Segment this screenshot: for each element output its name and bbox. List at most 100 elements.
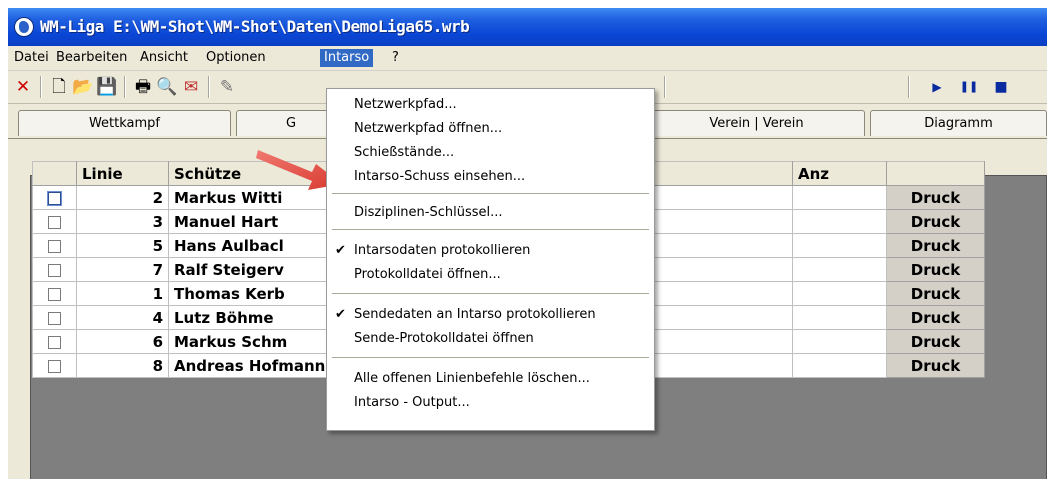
row-checkbox-cell[interactable]	[32, 305, 77, 330]
column-header[interactable]	[32, 161, 77, 186]
row-checkbox[interactable]	[48, 263, 61, 277]
druck-button[interactable]: Druck	[886, 233, 985, 258]
menu-item-sendedaten-protokollieren[interactable]: ✔ Sendedaten an Intarso protokollieren	[327, 303, 654, 327]
menu-item-label: Netzwerkpfad öffnen...	[354, 121, 503, 136]
save-icon[interactable]: 💾	[96, 77, 118, 97]
title-bar[interactable]: WM-Liga E:\WM-Shot\WM-Shot\Daten\DemoLig…	[8, 8, 1047, 46]
tool-icon[interactable]: ✎	[216, 77, 238, 97]
anz-cell	[792, 353, 887, 378]
druck-button[interactable]: Druck	[886, 305, 985, 330]
intarso-dropdown-menu: Netzwerkpfad... Netzwerkpfad öffnen... S…	[326, 88, 655, 431]
toolbar-separator	[124, 76, 126, 98]
row-checkbox[interactable]	[48, 191, 61, 205]
menu-separator	[332, 357, 649, 359]
row-checkbox-cell[interactable]	[32, 185, 77, 210]
row-checkbox-cell[interactable]	[32, 329, 77, 354]
linie-cell: 6	[76, 329, 169, 354]
anz-cell	[792, 305, 887, 330]
druck-button[interactable]: Druck	[886, 209, 985, 234]
anz-cell	[792, 257, 887, 282]
row-checkbox-cell[interactable]	[32, 353, 77, 378]
druck-button[interactable]: Druck	[886, 329, 985, 354]
print-icon[interactable]: 🖶	[132, 77, 154, 97]
menu-item-label: Intarso-Schuss einsehen...	[354, 169, 526, 184]
menu-bearbeiten[interactable]: Bearbeiten	[52, 49, 131, 67]
row-checkbox-cell[interactable]	[32, 257, 77, 282]
menu-bar: Datei Bearbeiten Ansicht Optionen Intars…	[8, 46, 1047, 71]
menu-item-schiessstaende[interactable]: Schießstände...	[327, 141, 654, 165]
toolbar-separator	[908, 76, 910, 98]
menu-item-label: Schießstände...	[354, 145, 455, 160]
menu-ansicht[interactable]: Ansicht	[136, 49, 192, 67]
row-checkbox[interactable]	[48, 239, 61, 253]
menu-item-linienbefehle-loeschen[interactable]: Alle offenen Linienbefehle löschen...	[327, 367, 654, 391]
row-checkbox[interactable]	[48, 335, 61, 349]
linie-cell: 5	[76, 233, 169, 258]
anz-cell	[792, 281, 887, 306]
menu-separator	[332, 229, 649, 231]
menu-separator	[332, 193, 649, 195]
column-header[interactable]	[886, 161, 985, 186]
druck-button[interactable]: Druck	[886, 353, 985, 378]
menu-item-label: Disziplinen-Schlüssel...	[354, 205, 503, 220]
linie-cell: 7	[76, 257, 169, 282]
menu-item-intarsodaten-protokollieren[interactable]: ✔ Intarsodaten protokollieren	[327, 239, 654, 263]
row-checkbox-cell[interactable]	[32, 209, 77, 234]
open-folder-icon[interactable]: 📂	[72, 77, 94, 97]
anz-cell	[792, 233, 887, 258]
menu-item-protokolldatei-oeffnen[interactable]: Protokolldatei öffnen...	[327, 263, 654, 287]
row-checkbox-cell[interactable]	[32, 281, 77, 306]
window-title: WM-Liga E:\WM-Shot\WM-Shot\Daten\DemoLig…	[40, 17, 470, 36]
anz-cell	[792, 209, 887, 234]
toolbar-separator	[208, 76, 210, 98]
menu-item-label: Sende-Protokolldatei öffnen	[354, 331, 534, 346]
row-checkbox[interactable]	[48, 359, 61, 373]
tab-verein[interactable]: Verein | Verein	[648, 110, 865, 136]
checkmark-icon: ✔	[335, 243, 346, 258]
linie-cell: 8	[76, 353, 169, 378]
anz-cell	[792, 185, 887, 210]
row-checkbox-cell[interactable]	[32, 233, 77, 258]
play-icon[interactable]: ▶	[926, 77, 948, 97]
menu-item-intarso-output[interactable]: Intarso - Output...	[327, 391, 654, 415]
row-checkbox[interactable]	[48, 215, 61, 229]
druck-button[interactable]: Druck	[886, 257, 985, 282]
menu-separator	[332, 293, 649, 295]
menu-intarso[interactable]: Intarso	[320, 49, 374, 67]
linie-cell: 3	[76, 209, 169, 234]
stop-icon[interactable]: ■	[990, 77, 1012, 97]
globe-app-icon	[14, 17, 34, 37]
menu-help[interactable]: ?	[388, 49, 403, 67]
pause-icon[interactable]: ❚❚	[958, 77, 980, 97]
toolbar-separator	[40, 76, 42, 98]
druck-button[interactable]: Druck	[886, 281, 985, 306]
menu-datei[interactable]: Datei	[10, 49, 53, 67]
print-preview-icon[interactable]: 🔍	[156, 77, 178, 97]
export-icon[interactable]: ✉	[180, 77, 202, 97]
new-file-icon[interactable]: 🗋	[48, 77, 70, 97]
menu-item-label: Intarsodaten protokollieren	[354, 243, 531, 258]
row-checkbox[interactable]	[48, 311, 61, 325]
linie-cell: 1	[76, 281, 169, 306]
menu-item-netzwerkpfad-oeffnen[interactable]: Netzwerkpfad öffnen...	[327, 117, 654, 141]
checkmark-icon: ✔	[335, 307, 346, 322]
menu-item-label: Alle offenen Linienbefehle löschen...	[354, 371, 590, 386]
linie-cell: 2	[76, 185, 169, 210]
tab-diagramm[interactable]: Diagramm	[870, 110, 1047, 136]
menu-item-label: Intarso - Output...	[354, 395, 470, 410]
row-checkbox[interactable]	[48, 287, 61, 301]
tab-wettkampf[interactable]: Wettkampf	[18, 110, 231, 136]
anz-cell	[792, 329, 887, 354]
menu-item-disziplinen-schluessel[interactable]: Disziplinen-Schlüssel...	[327, 201, 654, 225]
menu-optionen[interactable]: Optionen	[202, 49, 270, 67]
menu-item-netzwerkpfad[interactable]: Netzwerkpfad...	[327, 93, 654, 117]
toolbar-separator	[664, 76, 666, 98]
menu-item-sende-protokolldatei-oeffnen[interactable]: Sende-Protokolldatei öffnen	[327, 327, 654, 351]
menu-item-label: Netzwerkpfad...	[354, 97, 457, 112]
menu-item-intarso-schuss-einsehen[interactable]: Intarso-Schuss einsehen...	[327, 165, 654, 189]
column-header-linie[interactable]: Linie	[76, 161, 169, 186]
close-icon[interactable]: ✕	[12, 77, 34, 97]
column-header-anz[interactable]: Anz	[792, 161, 887, 186]
druck-button[interactable]: Druck	[886, 185, 985, 210]
linie-cell: 4	[76, 305, 169, 330]
